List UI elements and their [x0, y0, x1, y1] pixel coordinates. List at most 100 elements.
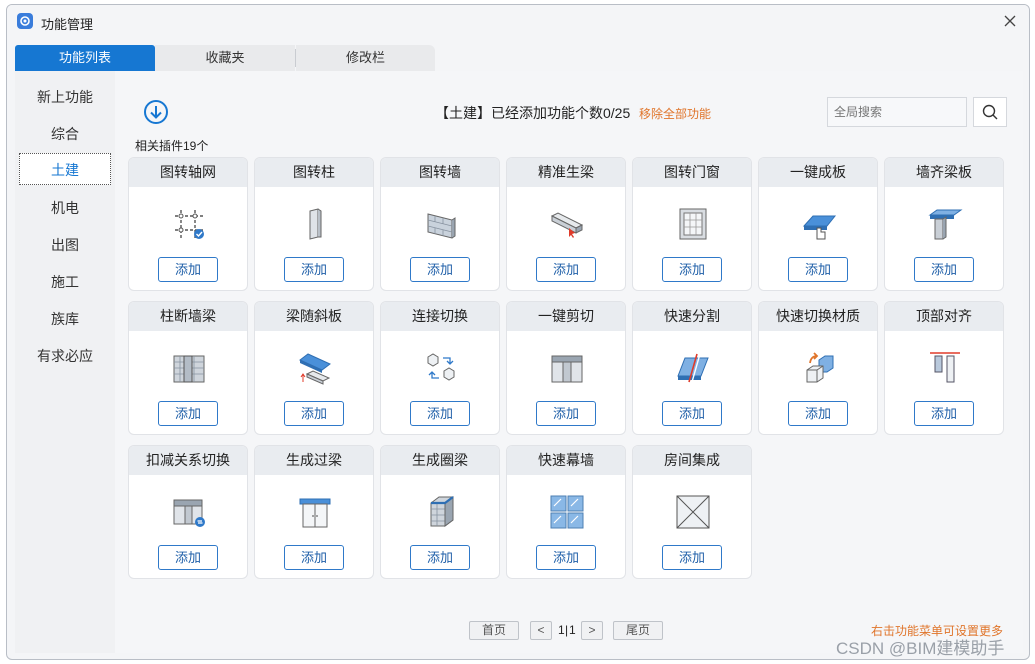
category-sidebar: 新上功能 综合 土建 机电 出图 施工 族库 有求必应 — [15, 71, 115, 653]
card-title: 一键剪切 — [507, 302, 625, 331]
add-button[interactable]: 添加 — [662, 257, 722, 282]
curtain-wall-icon — [549, 494, 585, 530]
sidebar-item-construction[interactable]: 施工 — [15, 266, 115, 298]
deduct-switch-icon — [171, 494, 207, 530]
card-title: 梁随斜板 — [255, 302, 373, 331]
function-card: 扣减关系切换 添加 — [128, 445, 248, 579]
function-card: 生成过梁 添加 — [254, 445, 374, 579]
sidebar-item-civil[interactable]: 土建 — [19, 153, 111, 185]
function-card: 墙齐梁板 添加 — [884, 157, 1004, 291]
function-card: 连接切换 添加 — [380, 301, 500, 435]
download-icon[interactable] — [143, 99, 169, 125]
slab-icon — [801, 206, 837, 242]
search-button[interactable] — [973, 97, 1007, 127]
grid-axis-icon — [171, 206, 207, 242]
current-page: 1 — [558, 623, 565, 637]
add-button[interactable]: 添加 — [662, 401, 722, 426]
function-card: 一键成板 添加 — [758, 157, 878, 291]
function-card: 精准生梁 添加 — [506, 157, 626, 291]
column-icon — [297, 206, 333, 242]
window-icon — [675, 206, 711, 242]
add-button[interactable]: 添加 — [284, 257, 344, 282]
card-title: 一键成板 — [759, 158, 877, 187]
function-card: 柱断墙梁 添加 — [128, 301, 248, 435]
function-card: 图转轴网 添加 — [128, 157, 248, 291]
card-title: 图转轴网 — [129, 158, 247, 187]
function-card: 图转柱 添加 — [254, 157, 374, 291]
add-button[interactable]: 添加 — [536, 545, 596, 570]
card-title: 生成圈梁 — [381, 446, 499, 475]
sidebar-item-mep[interactable]: 机电 — [15, 192, 115, 224]
close-icon[interactable] — [1001, 12, 1019, 30]
global-search-input[interactable] — [827, 97, 967, 127]
sidebar-item-requests[interactable]: 有求必应 — [15, 340, 115, 372]
add-button[interactable]: 添加 — [284, 401, 344, 426]
card-title: 房间集成 — [633, 446, 751, 475]
total-pages: 1 — [569, 623, 576, 637]
dialog-window: 功能管理 功能列表 收藏夹 修改栏 新上功能 综合 土建 机电 出图 施工 族库… — [6, 4, 1030, 660]
beam-follow-slab-icon — [297, 350, 333, 386]
material-switch-icon — [801, 350, 837, 386]
add-button[interactable]: 添加 — [284, 545, 344, 570]
tab-edit-bar[interactable]: 修改栏 — [296, 45, 435, 71]
card-title: 墙齐梁板 — [885, 158, 1003, 187]
room-icon — [675, 494, 711, 530]
beam-icon — [549, 206, 585, 242]
sidebar-item-drawing[interactable]: 出图 — [15, 229, 115, 261]
add-button[interactable]: 添加 — [788, 401, 848, 426]
add-button[interactable]: 添加 — [158, 545, 218, 570]
add-button[interactable]: 添加 — [158, 257, 218, 282]
sidebar-item-general[interactable]: 综合 — [15, 118, 115, 150]
wall-align-beam-icon — [927, 206, 963, 242]
ring-beam-icon — [423, 494, 459, 530]
card-title: 连接切换 — [381, 302, 499, 331]
function-card: 生成圈梁 添加 — [380, 445, 500, 579]
tab-bar: 功能列表 收藏夹 修改栏 — [15, 45, 435, 71]
card-title: 快速幕墙 — [507, 446, 625, 475]
top-align-icon — [927, 350, 963, 386]
add-button[interactable]: 添加 — [914, 257, 974, 282]
function-card: 梁随斜板 添加 — [254, 301, 374, 435]
card-title: 快速切换材质 — [759, 302, 877, 331]
join-switch-icon — [423, 350, 459, 386]
add-button[interactable]: 添加 — [410, 257, 470, 282]
page-separator: | — [565, 623, 569, 637]
sidebar-item-family-library[interactable]: 族库 — [15, 303, 115, 335]
app-logo-icon — [17, 13, 33, 29]
sidebar-item-new[interactable]: 新上功能 — [15, 81, 115, 113]
card-title: 扣减关系切换 — [129, 446, 247, 475]
main-panel: 新上功能 综合 土建 机电 出图 施工 族库 有求必应 【土建】已经添加功能个数… — [15, 71, 1023, 653]
function-card: 快速切换材质 添加 — [758, 301, 878, 435]
split-icon — [675, 350, 711, 386]
add-button[interactable]: 添加 — [536, 257, 596, 282]
first-page-button[interactable]: 首页 — [469, 621, 519, 640]
add-button[interactable]: 添加 — [536, 401, 596, 426]
card-title: 图转墙 — [381, 158, 499, 187]
add-button[interactable]: 添加 — [662, 545, 722, 570]
prev-page-button[interactable]: < — [530, 621, 552, 640]
function-card: 快速幕墙 添加 — [506, 445, 626, 579]
function-card: 房间集成 添加 — [632, 445, 752, 579]
function-card: 快速分割 添加 — [632, 301, 752, 435]
card-title: 顶部对齐 — [885, 302, 1003, 331]
function-card: 顶部对齐 添加 — [884, 301, 1004, 435]
function-card: 图转墙 添加 — [380, 157, 500, 291]
card-title: 图转门窗 — [633, 158, 751, 187]
function-card: 图转门窗 添加 — [632, 157, 752, 291]
next-page-button[interactable]: > — [581, 621, 603, 640]
card-title: 柱断墙梁 — [129, 302, 247, 331]
add-button[interactable]: 添加 — [788, 257, 848, 282]
cut-icon — [549, 350, 585, 386]
add-button[interactable]: 添加 — [158, 401, 218, 426]
remove-all-link[interactable]: 移除全部功能 — [639, 105, 711, 122]
added-status-text: 【土建】已经添加功能个数0/25 — [435, 105, 631, 121]
plugin-count: 相关插件19个 — [135, 139, 209, 153]
last-page-button[interactable]: 尾页 — [613, 621, 663, 640]
add-button[interactable]: 添加 — [914, 401, 974, 426]
add-button[interactable]: 添加 — [410, 401, 470, 426]
watermark-text: CSDN @BIM建模助手 — [836, 639, 1005, 658]
tab-favorites[interactable]: 收藏夹 — [155, 45, 295, 71]
add-button[interactable]: 添加 — [410, 545, 470, 570]
tab-function-list[interactable]: 功能列表 — [15, 45, 155, 71]
function-content: 【土建】已经添加功能个数0/25 移除全部功能 相关插件19个 图转轴网 添加 … — [115, 71, 1023, 653]
